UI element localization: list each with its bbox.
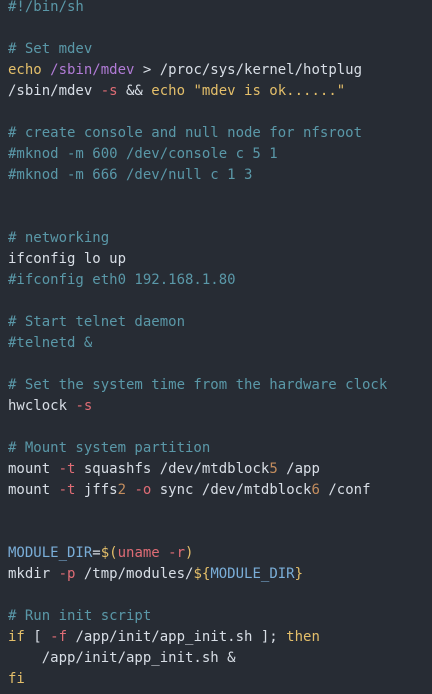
code-line: # Mount system partition	[8, 438, 387, 459]
code-line: echo /sbin/mdev > /proc/sys/kernel/hotpl…	[8, 60, 387, 81]
code-line: fi	[8, 669, 387, 690]
code-token-builtin: )	[185, 545, 194, 561]
code-line: # Set the system time from the hardware …	[8, 375, 387, 396]
code-token-comment: # Set mdev	[8, 41, 93, 57]
code-line: mkdir -p /tmp/modules/${MODULE_DIR}	[8, 564, 387, 585]
code-token-string: "mdev is ok......"	[193, 83, 346, 99]
code-line: # Set mdev	[8, 39, 387, 60]
code-line: # create console and null node for nfsro…	[8, 123, 387, 144]
code-token-builtin: ${	[193, 566, 211, 582]
code-token-flag: -o	[134, 482, 152, 498]
code-line: mount -t jffs2 -o sync /dev/mtdblock6 /c…	[8, 480, 387, 501]
code-token-flag: uname	[117, 545, 169, 561]
code-token-plain: jffs	[75, 482, 118, 498]
code-line: # Start telnet daemon	[8, 312, 387, 333]
code-token-plain: ifconfig lo up	[8, 251, 127, 267]
code-token-plain: &&	[117, 83, 152, 99]
code-line: /app/init/app_init.sh &	[8, 648, 387, 669]
code-line: # Run init script	[8, 606, 387, 627]
code-token-comment: #mknod -m 600 /dev/console c 5 1	[8, 146, 278, 162]
code-token-flag: -s	[75, 398, 93, 414]
code-token-comment: # Mount system partition	[8, 440, 211, 456]
code-token-builtin: $(	[100, 545, 118, 561]
code-token-comment: #telnetd &	[8, 335, 93, 351]
code-token-comment: #!/bin/sh	[8, 0, 84, 15]
code-token-path: /sbin/mdev	[50, 62, 135, 78]
code-line: if [ -f /app/init/app_init.sh ]; then	[8, 627, 387, 648]
code-token-plain: mount	[8, 461, 59, 477]
code-editor[interactable]: #!/bin/sh # Set mdev echo /sbin/mdev > /pr…	[0, 0, 432, 694]
code-token-builtin: }	[294, 566, 304, 582]
code-line: #telnetd &	[8, 333, 387, 354]
code-token-plain: /conf	[319, 482, 371, 498]
code-line: hwclock -s	[8, 396, 387, 417]
code-token-plain: /app/init/app_init.sh ];	[67, 629, 287, 645]
code-line: # networking	[8, 228, 387, 249]
code-token-builtin: echo	[8, 62, 42, 78]
code-token-flag: -f	[50, 629, 68, 645]
code-token-number: 2	[117, 482, 127, 498]
code-token-comment: # Set the system time from the hardware …	[8, 377, 388, 393]
code-token-var: MODULE_DIR	[8, 545, 93, 561]
code-token-var: MODULE_DIR	[210, 566, 295, 582]
code-token-plain: [	[24, 629, 51, 645]
code-token-op: =	[92, 545, 101, 561]
code-line: #!/bin/sh	[8, 0, 387, 18]
code-token-flag: -r	[168, 545, 186, 561]
code-line: MODULE_DIR=$(uname -r)	[8, 543, 387, 564]
code-token-plain: squashfs /dev/mtdblock	[75, 461, 270, 477]
code-token-comment: #mknod -m 666 /dev/null c 1 3	[8, 167, 253, 183]
code-token-flag: -t	[58, 461, 76, 477]
code-token-comment: # Run init script	[8, 608, 152, 624]
code-token-keyword: fi	[8, 671, 25, 687]
code-token-number: 5	[269, 461, 278, 477]
code-token-flag: -t	[58, 482, 76, 498]
code-token-plain: /sbin/mdev	[8, 83, 101, 99]
code-token-number: 6	[311, 482, 320, 498]
code-token-comment: #ifconfig eth0 192.168.1.80	[8, 272, 236, 288]
code-line: /sbin/mdev -s && echo "mdev is ok......"	[8, 81, 387, 102]
code-token-comment: # create console and null node for nfsro…	[8, 125, 363, 141]
code-token-comment: # networking	[8, 230, 110, 246]
code-token-plain: /app	[277, 461, 320, 477]
code-token-plain: hwclock	[8, 398, 76, 414]
code-token-comment: # Start telnet daemon	[8, 314, 186, 330]
code-line: #mknod -m 666 /dev/null c 1 3	[8, 165, 387, 186]
code-block[interactable]: #!/bin/sh # Set mdev echo /sbin/mdev > /pr…	[8, 0, 387, 690]
code-token-flag: -s	[100, 83, 118, 99]
code-token-plain: > /proc/sys/kernel/hotplug	[134, 62, 363, 78]
code-line: ifconfig lo up	[8, 249, 387, 270]
code-token-plain: mount	[8, 482, 59, 498]
code-token-keyword: if	[8, 629, 25, 645]
code-token-keyword: then	[286, 629, 320, 645]
code-token-plain: /tmp/modules/	[75, 566, 194, 582]
code-token-flag: -p	[58, 566, 76, 582]
code-token-builtin: echo	[151, 83, 186, 99]
code-line: #ifconfig eth0 192.168.1.80	[8, 270, 387, 291]
code-token-plain: /app/init/app_init.sh &	[8, 650, 236, 666]
code-token-plain: mkdir	[8, 566, 59, 582]
code-token-plain: sync /dev/mtdblock	[151, 482, 312, 498]
code-line: #mknod -m 600 /dev/console c 5 1	[8, 144, 387, 165]
code-line: mount -t squashfs /dev/mtdblock5 /app	[8, 459, 387, 480]
